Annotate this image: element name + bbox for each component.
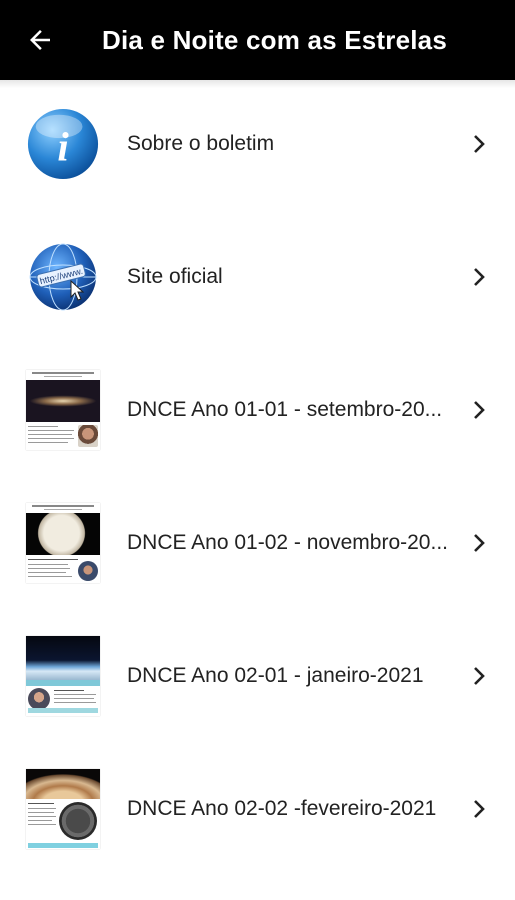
list-item-sobre-o-boletim[interactable]: i Sobre o boletim — [0, 77, 515, 210]
list-item-label: DNCE Ano 02-02 -fevereiro-2021 — [127, 796, 437, 820]
newsletter-thumbnail — [26, 635, 100, 716]
chevron-right-icon — [474, 799, 485, 818]
chevron-right-icon — [474, 134, 485, 153]
chevron-right-icon — [474, 533, 485, 552]
list-item-dnce-01-02[interactable]: DNCE Ano 01-02 - novembro-20... — [0, 476, 515, 609]
list-item-label: DNCE Ano 02-01 - janeiro-2021 — [127, 663, 424, 687]
arrow-left-icon — [30, 30, 50, 50]
list-item-dnce-01-01[interactable]: DNCE Ano 01-01 - setembro-20... — [0, 343, 515, 476]
menu-list: i Sobre o boletim http://www. Site ofici… — [0, 77, 515, 875]
back-button[interactable] — [0, 0, 80, 80]
newsletter-thumbnail — [26, 369, 100, 450]
page-title: Dia e Noite com as Estrelas — [102, 24, 447, 55]
chevron-right-icon — [474, 666, 485, 685]
list-item-label: Sobre o boletim — [127, 131, 275, 155]
chevron-right-icon — [474, 400, 485, 419]
list-item-label: Site oficial — [127, 264, 223, 288]
list-item-label: DNCE Ano 01-02 - novembro-20... — [127, 530, 448, 554]
globe-web-icon: http://www. — [26, 237, 100, 317]
app-bar: Dia e Noite com as Estrelas — [0, 0, 515, 80]
newsletter-thumbnail — [26, 502, 100, 583]
list-item-site-oficial[interactable]: http://www. Site oficial — [0, 210, 515, 343]
list-item-label: DNCE Ano 01-01 - setembro-20... — [127, 397, 443, 421]
info-icon: i — [26, 104, 100, 184]
list-item-dnce-02-02[interactable]: DNCE Ano 02-02 -fevereiro-2021 — [0, 742, 515, 875]
chevron-right-icon — [474, 267, 485, 286]
newsletter-thumbnail — [26, 768, 100, 849]
list-item-dnce-02-01[interactable]: DNCE Ano 02-01 - janeiro-2021 — [0, 609, 515, 742]
svg-text:i: i — [57, 124, 69, 169]
